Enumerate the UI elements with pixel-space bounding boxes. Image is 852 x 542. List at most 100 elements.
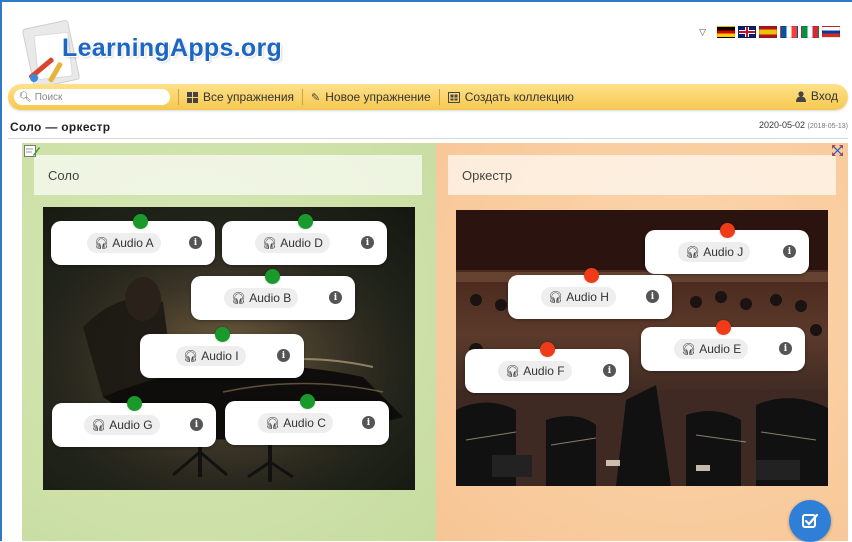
info-icon[interactable]: i (329, 291, 342, 304)
nav-divider (178, 89, 179, 105)
language-selector[interactable]: ▽ (699, 26, 840, 38)
audio-label: Audio H (566, 290, 609, 304)
info-icon[interactable]: i (361, 236, 374, 249)
info-icon[interactable]: i (277, 349, 290, 362)
category-solo-header: Соло (34, 155, 422, 195)
audio-card-i[interactable]: 🎧︎ Audio I i (140, 327, 304, 378)
drag-marker-green (133, 214, 148, 229)
flag-en-icon[interactable] (738, 26, 756, 38)
drag-marker-green (215, 327, 230, 342)
info-icon[interactable]: i (783, 245, 796, 258)
search-placeholder: Поиск (34, 91, 63, 103)
drag-marker-red (716, 320, 731, 335)
create-collection-label: Создать коллекцию (464, 90, 574, 104)
info-icon[interactable]: i (603, 364, 616, 377)
main-nav: 🔍︎ Поиск Все упражнения ✎ Новое упражнен… (8, 84, 848, 110)
drag-marker-green (265, 269, 280, 284)
audio-card-e[interactable]: 🎧︎ Audio E i (641, 320, 805, 371)
headphones-icon: 🎧︎ (183, 349, 199, 363)
audio-play-chip[interactable]: 🎧︎ Audio G (84, 415, 160, 435)
info-icon[interactable]: i (362, 416, 375, 429)
date-value: 2020-05-02 (758, 120, 806, 130)
info-icon[interactable]: i (646, 290, 659, 303)
audio-play-chip[interactable]: 🎧︎ Audio B (224, 288, 299, 308)
audio-label: Audio C (283, 416, 326, 430)
logo-text: LearningApps.org (62, 34, 283, 62)
flag-es-icon[interactable] (759, 26, 777, 38)
audio-label: Audio I (201, 349, 239, 363)
drag-marker-red (720, 223, 735, 238)
drag-marker-green (298, 214, 313, 229)
audio-label: Audio J (703, 245, 744, 259)
category-orchestra-header: Оркестр (448, 155, 836, 195)
search-icon[interactable]: 🔍︎ (19, 92, 32, 103)
drag-marker-red (540, 342, 555, 357)
audio-play-chip[interactable]: 🎧︎ Audio J (678, 242, 751, 262)
all-exercises-link[interactable]: Все упражнения (187, 90, 294, 104)
headphones-icon: 🎧︎ (265, 416, 281, 430)
nav-divider (302, 89, 304, 105)
headphones-icon: 🎧︎ (548, 290, 564, 304)
new-exercise-link[interactable]: ✎ Новое упражнение (311, 90, 431, 104)
check-button[interactable] (789, 500, 831, 542)
audio-play-chip[interactable]: 🎧︎ Audio D (255, 233, 330, 253)
login-label: Вход (810, 89, 838, 103)
audio-label: Audio G (109, 418, 153, 432)
new-exercise-label: Новое упражнение (325, 90, 431, 104)
date-created: (2018-05-13) (807, 123, 848, 130)
headphones-icon: 🎧︎ (94, 236, 110, 250)
info-icon[interactable]: i (190, 418, 203, 431)
grid-icon (187, 91, 198, 103)
all-exercises-label: Все упражнения (203, 90, 295, 104)
collection-icon (447, 91, 460, 103)
audio-card-b[interactable]: 🎧︎ Audio B i (191, 269, 355, 320)
audio-card-a[interactable]: 🎧︎ Audio A i (51, 214, 215, 265)
audio-play-chip[interactable]: 🎧︎ Audio A (87, 233, 161, 253)
headphones-icon: 🎧︎ (262, 236, 278, 250)
pencil-icon: ✎ (311, 91, 321, 104)
page-title: Соло — оркестр (10, 120, 111, 134)
check-icon (802, 513, 819, 528)
nav-divider (438, 89, 440, 105)
user-icon (795, 90, 806, 102)
flag-ru-icon[interactable] (822, 26, 840, 38)
caret-down-icon[interactable]: ▽ (699, 27, 706, 38)
audio-label: Audio B (249, 291, 292, 305)
audio-card-g[interactable]: 🎧︎ Audio G i (52, 396, 216, 447)
drag-marker-red (584, 268, 599, 283)
drag-marker-green (127, 396, 142, 411)
title-divider (8, 138, 848, 139)
search-input[interactable]: 🔍︎ Поиск (14, 89, 170, 105)
audio-card-f[interactable]: 🎧︎ Audio F i (465, 342, 629, 393)
create-collection-link[interactable]: Создать коллекцию (447, 90, 574, 104)
page-date: 2020-05-02 (2018-05-13) (759, 120, 848, 130)
drag-marker-green (300, 394, 315, 409)
info-icon[interactable]: i (189, 236, 202, 249)
audio-play-chip[interactable]: 🎧︎ Audio F (498, 361, 572, 381)
edit-app-icon[interactable] (24, 145, 40, 158)
audio-play-chip[interactable]: 🎧︎ Audio C (258, 413, 333, 433)
info-icon[interactable]: i (779, 342, 792, 355)
app-area: Соло Оркестр 🎧︎ Audio A i 🎧︎ Audio D i 🎧… (22, 143, 848, 541)
flag-fr-icon[interactable] (780, 26, 798, 38)
audio-play-chip[interactable]: 🎧︎ Audio I (176, 346, 246, 366)
audio-label: Audio A (112, 236, 154, 250)
audio-label: Audio F (523, 364, 565, 378)
headphones-icon: 🎧︎ (91, 418, 107, 432)
audio-label: Audio D (280, 236, 323, 250)
audio-card-j[interactable]: 🎧︎ Audio J i (645, 223, 809, 274)
headphones-icon: 🎧︎ (231, 291, 247, 305)
login-link[interactable]: Вход (795, 89, 838, 103)
audio-card-c[interactable]: 🎧︎ Audio C i (225, 394, 389, 445)
flag-de-icon[interactable] (717, 26, 735, 38)
audio-card-h[interactable]: 🎧︎ Audio H i (508, 268, 672, 319)
headphones-icon: 🎧︎ (681, 342, 697, 356)
audio-card-d[interactable]: 🎧︎ Audio D i (222, 214, 387, 265)
audio-label: Audio E (699, 342, 742, 356)
audio-play-chip[interactable]: 🎧︎ Audio E (674, 339, 749, 359)
fullscreen-icon[interactable] (832, 145, 843, 156)
headphones-icon: 🎧︎ (685, 245, 701, 259)
logo[interactable]: LearningApps.org (14, 8, 314, 89)
flag-it-icon[interactable] (801, 26, 819, 38)
audio-play-chip[interactable]: 🎧︎ Audio H (541, 287, 616, 307)
